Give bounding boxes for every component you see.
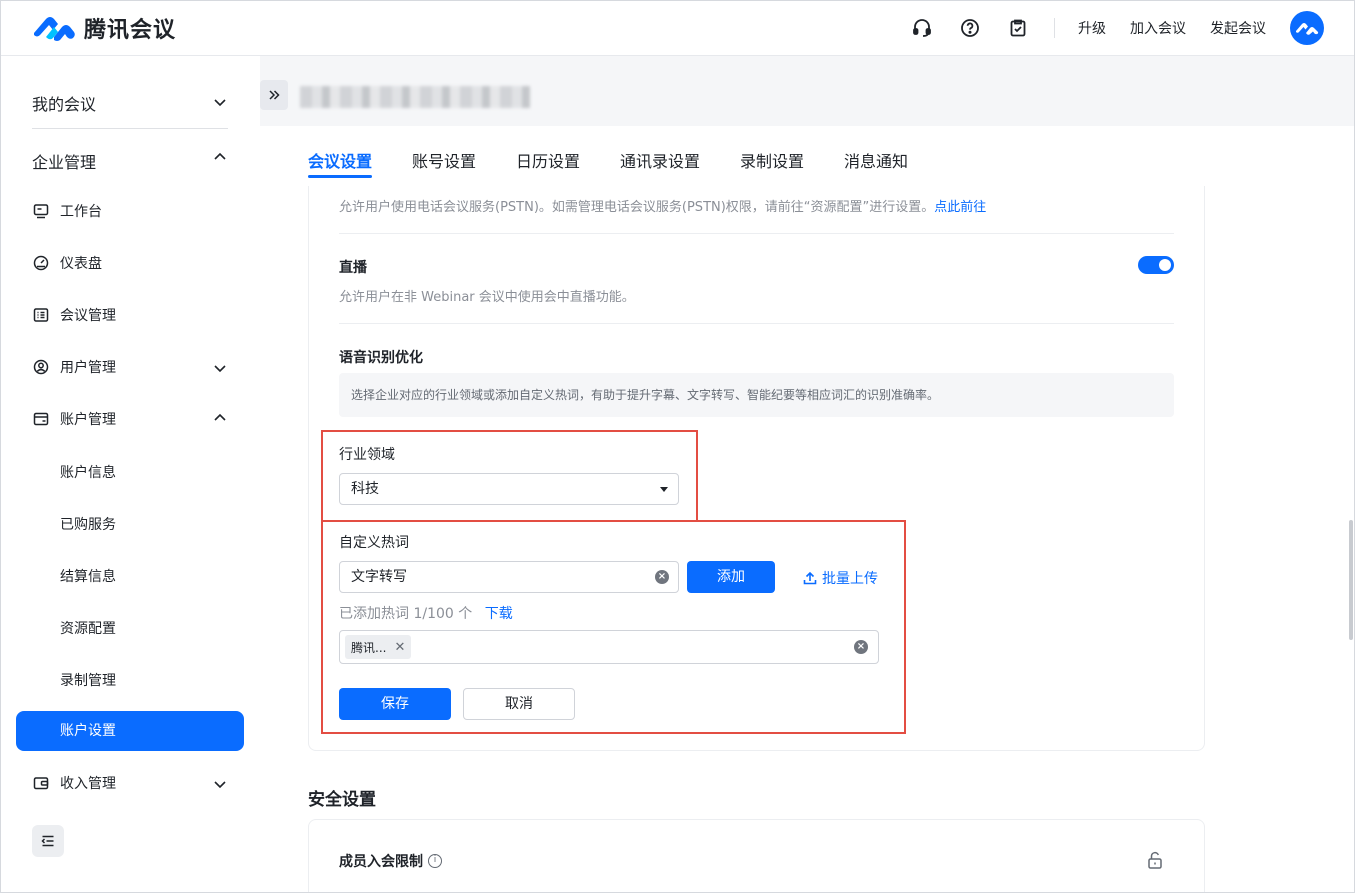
upgrade-link[interactable]: 升级 — [1078, 18, 1106, 38]
tab-meeting-settings[interactable]: 会议设置 — [308, 148, 372, 172]
sidebar-enterprise[interactable]: 企业管理 — [32, 149, 96, 173]
live-title: 直播 — [339, 260, 367, 276]
security-card — [308, 819, 1205, 893]
info-icon[interactable]: i — [428, 854, 442, 868]
sidebar-item-label: 会议管理 — [60, 308, 116, 324]
clear-icon[interactable]: × — [655, 570, 669, 584]
tab-contacts-settings[interactable]: 通讯录设置 — [620, 148, 700, 172]
chevron-down-icon[interactable] — [212, 360, 228, 376]
tab-account-settings[interactable]: 账号设置 — [412, 148, 476, 172]
hotword-tag: 腾讯... ✕ — [345, 635, 412, 659]
hotword-label: 自定义热词 — [339, 535, 409, 551]
unlock-icon[interactable] — [1147, 851, 1163, 869]
hotword-tags-box[interactable]: 腾讯... ✕ × — [339, 630, 879, 664]
download-link[interactable]: 下载 — [485, 606, 513, 622]
sidebar-divider — [32, 128, 228, 129]
sidebar-item-purchased[interactable]: 已购服务 — [60, 514, 116, 534]
hotword-input-value: 文字转写 — [351, 569, 407, 585]
hotword-count-row: 已添加热词 1/100 个 下载 — [339, 603, 513, 623]
divider — [339, 323, 1174, 324]
sidebar-item-label: 账户管理 — [60, 412, 116, 428]
speech-optimization-title: 语音识别优化 — [339, 350, 423, 366]
active-tab-indicator — [308, 175, 372, 178]
user-avatar[interactable] — [1290, 11, 1324, 45]
tencent-meeting-logo-icon — [34, 17, 75, 41]
join-meeting-link[interactable]: 加入会议 — [1130, 18, 1186, 38]
member-limit-label: 成员入会限制 — [339, 854, 423, 870]
hotword-count: 已添加热词 1/100 个 — [339, 606, 473, 622]
member-limit-title: 成员入会限制 i — [339, 851, 442, 871]
add-hotword-button[interactable]: 添加 — [687, 561, 775, 593]
pstn-description: 允许用户使用电话会议服务(PSTN)。如需管理电话会议服务(PSTN)权限，请前… — [339, 196, 986, 215]
app-name: 腾讯会议 — [84, 18, 177, 43]
divider — [339, 233, 1174, 234]
sidebar-item-meeting-mgmt[interactable]: 会议管理 — [32, 305, 116, 325]
sidebar-collapse-button[interactable] — [32, 825, 64, 857]
sidebar-item-label: 仪表盘 — [60, 256, 102, 272]
sidebar-item-resources[interactable]: 资源配置 — [60, 618, 116, 638]
app-logo[interactable]: 腾讯会议 — [32, 12, 176, 44]
batch-upload-link[interactable]: 批量上传 — [802, 568, 878, 588]
chevron-up-icon[interactable] — [212, 149, 228, 165]
expand-button[interactable] — [260, 80, 288, 110]
sidebar-item-recording[interactable]: 录制管理 — [60, 670, 116, 690]
cancel-button[interactable]: 取消 — [463, 688, 575, 720]
upload-icon — [803, 571, 817, 585]
hotword-tag-label: 腾讯... — [351, 640, 387, 655]
wallet-icon — [32, 410, 50, 428]
sidebar-item-label: 收入管理 — [60, 776, 116, 792]
industry-selected-value: 科技 — [351, 481, 379, 497]
sidebar-item-label: 用户管理 — [60, 360, 116, 376]
hotword-input[interactable]: 文字转写 × — [339, 561, 679, 593]
avatar-logo-icon — [1296, 23, 1319, 35]
sidebar-my-meetings[interactable]: 我的会议 — [32, 91, 96, 115]
chevron-down-icon[interactable] — [212, 94, 228, 110]
wallet-card-icon — [32, 774, 50, 792]
save-button[interactable]: 保存 — [339, 688, 451, 720]
page-scrollbar[interactable] — [1349, 520, 1353, 640]
caret-down-icon — [660, 487, 668, 492]
header-separator — [1054, 18, 1055, 38]
start-meeting-link[interactable]: 发起会议 — [1210, 18, 1266, 38]
sidebar-item-account-settings[interactable]: 账户设置 — [16, 711, 244, 751]
sidebar-item-billing[interactable]: 结算信息 — [60, 566, 116, 586]
speech-hint-box: 选择企业对应的行业领域或添加自定义热词，有助于提升字幕、文字转写、智能纪要等相应… — [339, 373, 1174, 417]
industry-select[interactable]: 科技 — [339, 473, 679, 505]
list-icon — [32, 306, 50, 324]
clipboard-check-icon[interactable] — [1006, 16, 1030, 40]
tab-calendar-settings[interactable]: 日历设置 — [516, 148, 580, 172]
sidebar-item-label: 工作台 — [60, 204, 102, 220]
double-chevron-right-icon — [269, 90, 280, 100]
pstn-description-text: 允许用户使用电话会议服务(PSTN)。如需管理电话会议服务(PSTN)权限，请前… — [339, 200, 935, 215]
sidebar-item-account-info[interactable]: 账户信息 — [60, 462, 116, 482]
collapse-menu-icon — [41, 835, 54, 847]
monitor-icon — [32, 202, 50, 220]
gauge-icon — [32, 254, 50, 272]
clear-all-icon[interactable]: × — [854, 640, 868, 654]
sidebar-item-user-mgmt[interactable]: 用户管理 — [32, 357, 116, 377]
blurred-page-title — [300, 86, 530, 108]
pstn-goto-link[interactable]: 点此前往 — [934, 200, 986, 215]
chevron-down-icon[interactable] — [212, 776, 228, 792]
live-toggle[interactable] — [1138, 256, 1174, 274]
sidebar: 我的会议 企业管理 工作台 仪表盘 会议管理 用户管理 账户管理 账户信息 已购… — [0, 56, 260, 893]
sidebar-item-workbench[interactable]: 工作台 — [32, 201, 102, 221]
sidebar-item-dashboard[interactable]: 仪表盘 — [32, 253, 102, 273]
sidebar-item-account-mgmt[interactable]: 账户管理 — [32, 409, 116, 429]
top-header: 腾讯会议 升级 加入会议 发起会议 — [0, 0, 1355, 56]
user-circle-icon — [32, 358, 50, 376]
sidebar-item-income[interactable]: 收入管理 — [32, 773, 116, 793]
tab-recording-settings[interactable]: 录制设置 — [740, 148, 804, 172]
live-description: 允许用户在非 Webinar 会议中使用会中直播功能。 — [339, 290, 635, 305]
security-section-title: 安全设置 — [308, 790, 376, 810]
help-icon[interactable] — [958, 16, 982, 40]
chevron-up-icon[interactable] — [212, 410, 228, 426]
tag-close-icon[interactable]: ✕ — [394, 640, 405, 655]
headset-icon[interactable] — [910, 16, 934, 40]
batch-upload-label: 批量上传 — [822, 571, 878, 587]
industry-label: 行业领域 — [339, 447, 395, 463]
tab-notifications[interactable]: 消息通知 — [844, 148, 908, 172]
